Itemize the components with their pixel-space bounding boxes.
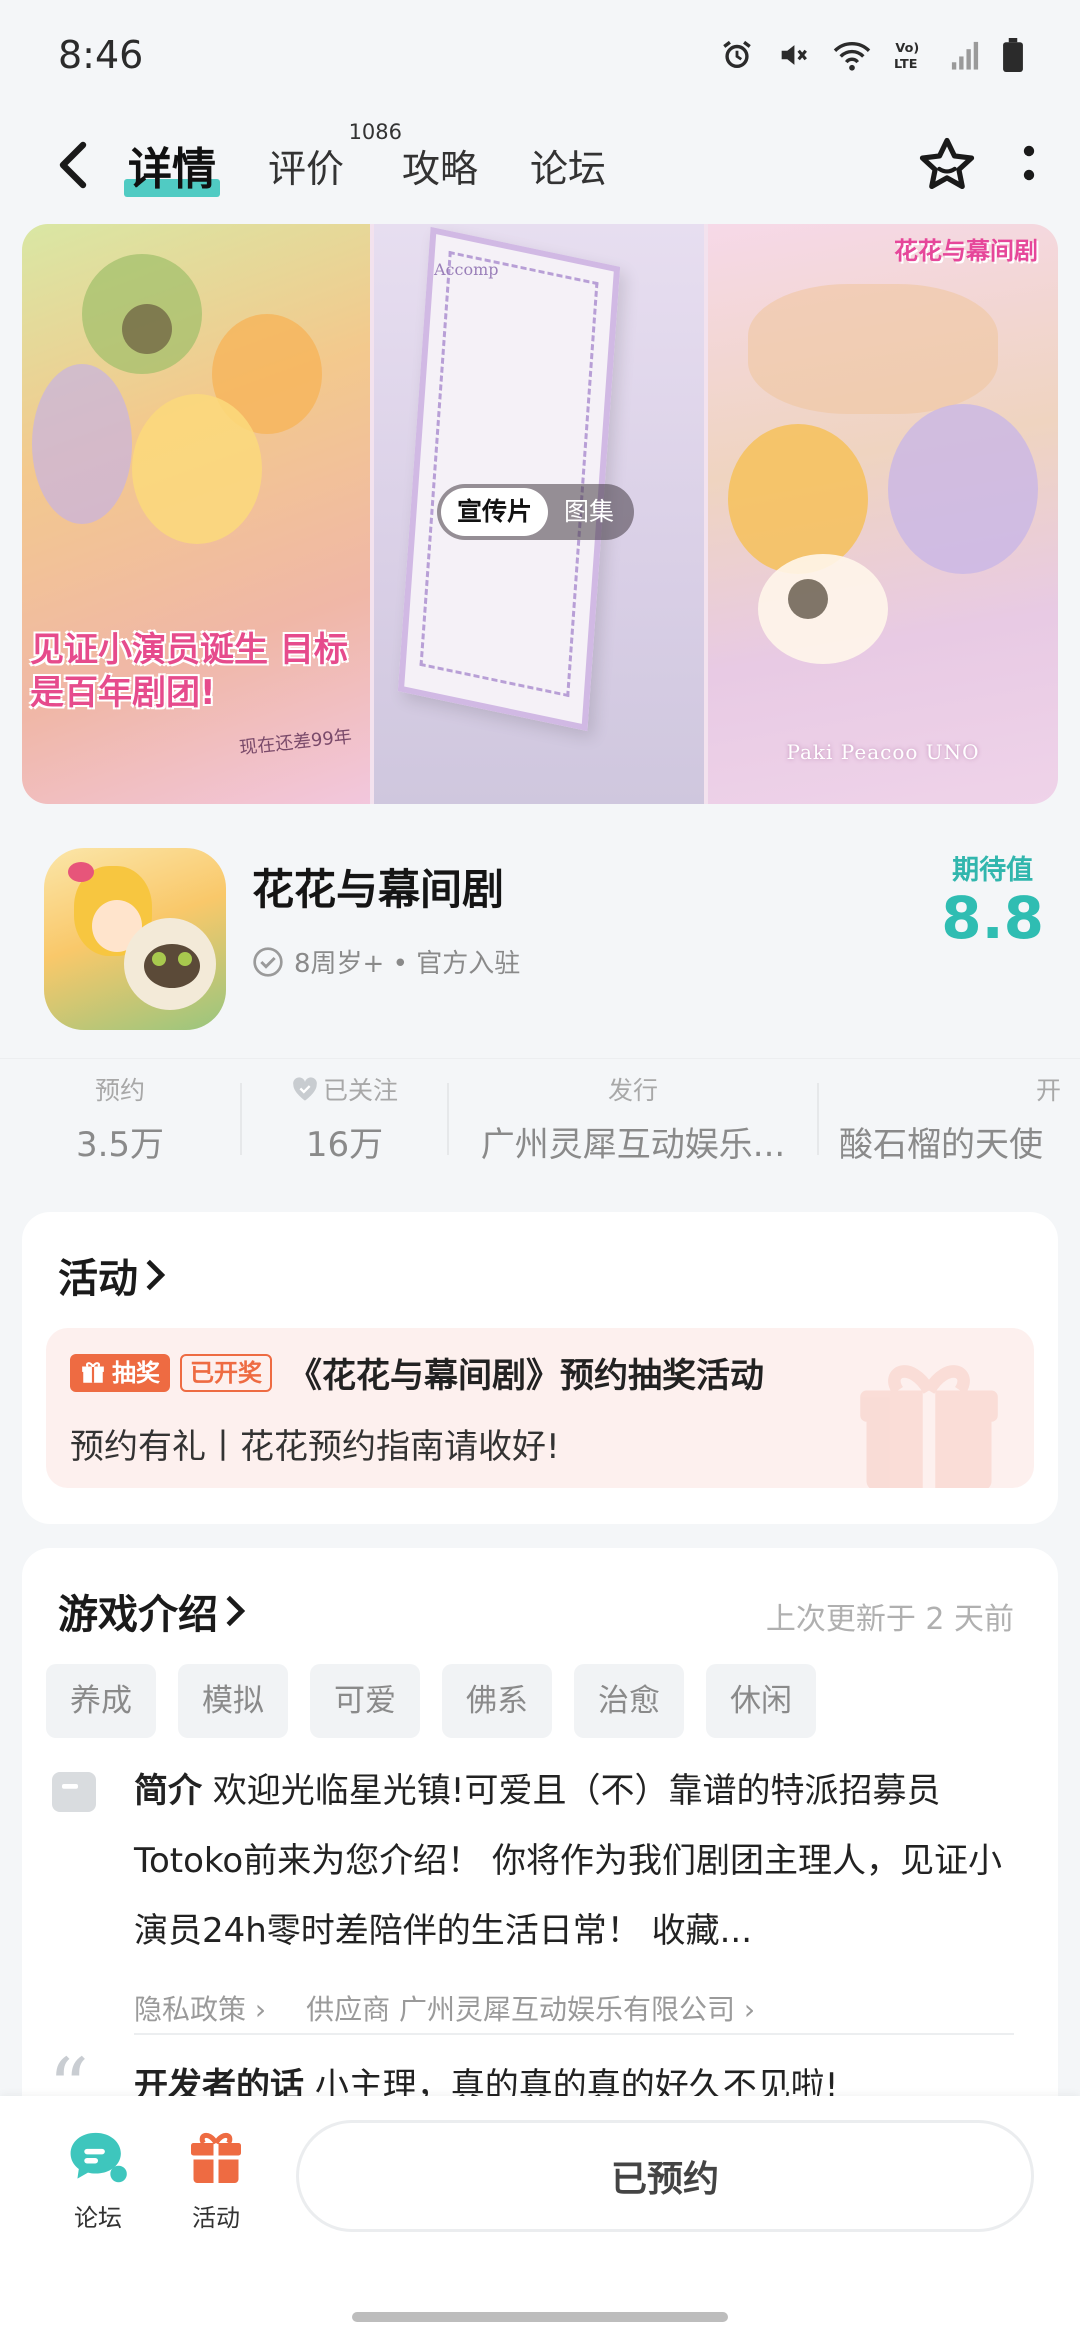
- supplier-link[interactable]: 供应商 广州灵犀互动娱乐有限公司 ›: [306, 1988, 755, 2028]
- banner-image-right: 花花与幕间剧 Paki Peacoo UNO: [704, 224, 1058, 804]
- lottery-badge-label: 抽奖: [112, 1358, 160, 1387]
- wifi-icon: [833, 42, 871, 71]
- tab-guides[interactable]: 攻略: [402, 128, 478, 203]
- activity-card: 活动 抽奖 已开奖 《花花与幕间剧》预约抽奖活动 预约有礼丨花花预约指南请收好!: [22, 1212, 1058, 1524]
- divider: [134, 2033, 1014, 2035]
- activity-item[interactable]: 抽奖 已开奖 《花花与幕间剧》预约抽奖活动 预约有礼丨花花预约指南请收好!: [46, 1328, 1034, 1488]
- bottom-action-bar: 论坛 活动 已预约: [0, 2096, 1080, 2340]
- gift-box-icon: [191, 2133, 241, 2183]
- favorite-star-icon[interactable]: [916, 134, 978, 196]
- stat-value: 3.5万: [75, 1125, 165, 1165]
- activity-nav-label: 活动: [192, 2204, 240, 2232]
- stat-value: 酸石榴的天使: [839, 1125, 1043, 1165]
- status-time: 8:46: [58, 33, 144, 77]
- tab-reviews[interactable]: 评价 1086: [268, 120, 402, 203]
- stat-label: 预约: [94, 1076, 145, 1105]
- segment-gallery[interactable]: 图集: [548, 488, 630, 536]
- activity-title: 活动: [58, 1256, 138, 1302]
- activity-item-title: 《花花与幕间剧》预约抽奖活动: [288, 1356, 764, 1396]
- genre-tag[interactable]: 佛系: [442, 1664, 552, 1738]
- segment-promo-video[interactable]: 宣传片: [441, 488, 549, 536]
- age-rating-text: 8周岁+ • 官方入驻: [294, 949, 521, 979]
- app-title: 花花与幕间剧: [252, 865, 505, 914]
- banner-credits: Paki Peacoo UNO: [786, 740, 980, 764]
- banner-handwritten-note: 现在还差99年: [238, 726, 353, 759]
- genre-tag[interactable]: 可爱: [310, 1664, 420, 1738]
- stat-value: 广州灵犀互动娱乐...: [480, 1125, 786, 1165]
- tab-forum[interactable]: 论坛: [530, 128, 606, 203]
- stat-label: 发行: [607, 1076, 658, 1105]
- header-actions: [916, 134, 1036, 196]
- chevron-right-icon: [226, 1595, 246, 1627]
- app-meta: 花花与幕间剧 8周岁+ • 官方入驻: [252, 848, 520, 1028]
- stat-followers[interactable]: 已关注 16万: [242, 1071, 447, 1166]
- back-arrow-icon: [59, 141, 87, 189]
- activity-nav-button[interactable]: 活动: [166, 2128, 266, 2233]
- battery-icon: [1003, 38, 1023, 72]
- heart-check-icon: [293, 1077, 317, 1101]
- detail-tabs: 详情 评价 1086 攻略 论坛: [124, 120, 658, 207]
- score-value: 8.8: [941, 884, 1044, 952]
- stat-reservations[interactable]: 预约 3.5万: [0, 1071, 240, 1166]
- volte-icon: Vo)LTE: [894, 41, 919, 72]
- brief-label: 简介: [134, 1771, 202, 1811]
- back-button[interactable]: [18, 115, 128, 215]
- review-count-badge: 1086: [348, 119, 403, 144]
- banner-game-logo: 花花与幕间剧: [894, 237, 1038, 265]
- more-options-icon[interactable]: [1022, 145, 1036, 185]
- alarm-icon: [723, 40, 751, 69]
- gift-icon: [82, 1361, 104, 1383]
- privacy-policy-link[interactable]: 隐私政策 ›: [134, 1988, 266, 2028]
- svg-text:Vo): Vo): [895, 41, 919, 56]
- banner-paper-text: Accomp: [434, 260, 499, 279]
- forum-nav-label: 论坛: [74, 2204, 122, 2232]
- status-icons: Vo) LTE: [720, 38, 1024, 72]
- top-header: 详情 评价 1086 攻略 论坛: [0, 115, 1080, 215]
- tab-reviews-label: 评价: [268, 146, 345, 191]
- svg-text:LTE: LTE: [894, 57, 917, 72]
- last-updated-text: 上次更新于 2 天前: [765, 1602, 1014, 1637]
- status-bar: 8:46 Vo) LTE: [0, 0, 1080, 110]
- stat-value: 16万: [305, 1125, 384, 1165]
- activity-section-header[interactable]: 活动: [58, 1246, 1022, 1304]
- tab-forum-label: 论坛: [530, 146, 607, 191]
- tab-details-label: 详情: [128, 144, 216, 195]
- lottery-badge: 抽奖: [70, 1353, 170, 1392]
- forum-chat-icon: [70, 2132, 127, 2183]
- media-segment-control: 宣传片 图集: [437, 484, 635, 540]
- banner-image-left: 见证小演员诞生 目标是百年剧团! 现在还差99年: [22, 224, 374, 804]
- expectation-score[interactable]: 期待值 8.8: [941, 848, 1044, 951]
- description-icon: [52, 1772, 96, 1812]
- genre-tag[interactable]: 模拟: [178, 1664, 288, 1738]
- banner-slogan: 见证小演员诞生 目标是百年剧团!: [30, 630, 348, 713]
- app-icon: [44, 848, 226, 1030]
- app-tags: 8周岁+ • 官方入驻: [252, 943, 520, 980]
- genre-tag[interactable]: 治愈: [574, 1664, 684, 1738]
- genre-tag[interactable]: 养成: [46, 1664, 156, 1738]
- stat-developer[interactable]: 开 酸石榴的天使: [819, 1071, 1079, 1166]
- intro-links: 隐私政策 › 供应商 广州灵犀互动娱乐有限公司 ›: [134, 1988, 755, 2028]
- verified-check-icon: [253, 946, 283, 977]
- stat-label: 开: [1035, 1076, 1061, 1105]
- app-info: 花花与幕间剧 8周岁+ • 官方入驻 期待值 8.8: [44, 848, 1044, 1030]
- intro-brief[interactable]: 简介 欢迎光临星光镇!可爱且（不）靠谱的特派招募员Totoko前来为您介绍！ 你…: [134, 1756, 1014, 1966]
- intro-title: 游戏介绍: [58, 1592, 218, 1638]
- tab-details[interactable]: 详情: [124, 123, 220, 207]
- stat-label: 已关注: [322, 1076, 398, 1105]
- genre-tag[interactable]: 休闲: [706, 1664, 816, 1738]
- tab-guides-label: 攻略: [402, 146, 479, 191]
- score-label: 期待值: [952, 855, 1034, 886]
- mute-icon: [781, 45, 807, 65]
- drawn-status-badge: 已开奖: [180, 1353, 272, 1392]
- stats-row: 预约 3.5万 已关注 16万 发行 广州灵犀互动娱乐... 开 酸石榴的天使: [0, 1058, 1080, 1178]
- chevron-right-icon: [146, 1259, 166, 1291]
- genre-tags: 养成 模拟 可爱 佛系 治愈 休闲: [46, 1664, 816, 1738]
- stat-publisher[interactable]: 发行 广州灵犀互动娱乐...: [449, 1071, 817, 1166]
- forum-nav-button[interactable]: 论坛: [48, 2128, 148, 2233]
- home-indicator[interactable]: [352, 2312, 728, 2322]
- signal-icon: [951, 41, 979, 70]
- brief-text: 欢迎光临星光镇!可爱且（不）靠谱的特派招募员Totoko前来为您介绍！ 你将作为…: [134, 1771, 1003, 1951]
- reserved-button[interactable]: 已预约: [296, 2120, 1034, 2232]
- gift-watermark-icon: [860, 1365, 998, 1488]
